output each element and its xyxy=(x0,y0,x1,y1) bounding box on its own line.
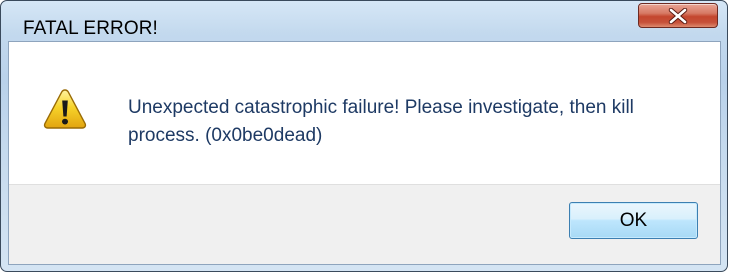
close-button[interactable] xyxy=(638,3,718,28)
close-x-icon xyxy=(668,8,688,24)
error-message: Unexpected catastrophic failure! Please … xyxy=(128,97,634,146)
dialog-client-area: Unexpected catastrophic failure! Please … xyxy=(8,41,721,265)
warning-icon xyxy=(43,89,87,129)
ok-button[interactable]: OK xyxy=(569,202,698,239)
error-dialog: FATAL ERROR! Unexpected catastrophic fai… xyxy=(0,0,728,272)
message-area: Unexpected catastrophic failure! Please … xyxy=(9,42,720,185)
title-bar[interactable]: FATAL ERROR! xyxy=(1,1,727,41)
window-title: FATAL ERROR! xyxy=(23,18,158,39)
